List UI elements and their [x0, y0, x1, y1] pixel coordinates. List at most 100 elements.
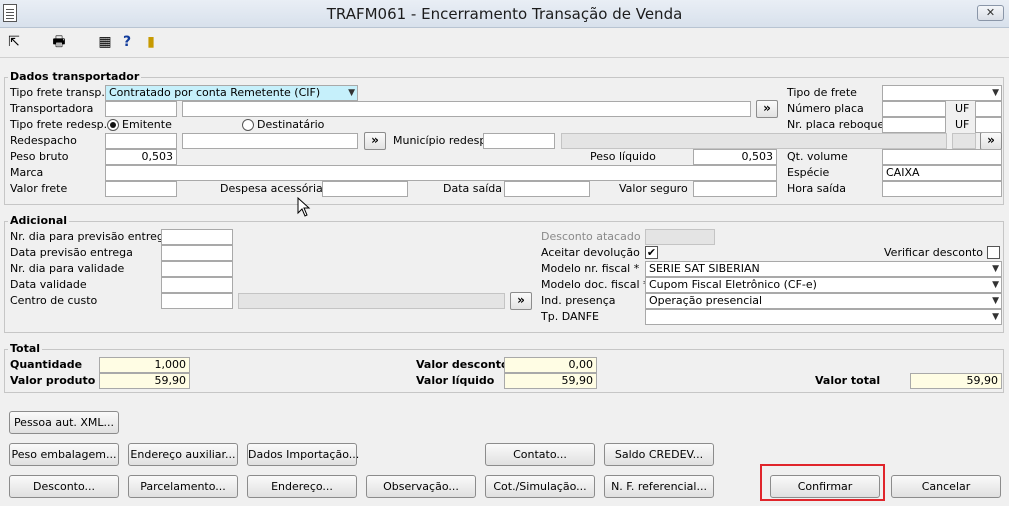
tipo-frete-transp-label: Tipo frete transp. [10, 86, 105, 99]
bookmark-icon[interactable]: ▮ [142, 33, 160, 51]
valor-produto-label: Valor produto [10, 374, 96, 387]
exit-icon[interactable]: ⇱ [5, 33, 23, 51]
modelo-nr-fiscal-label: Modelo nr. fiscal * [541, 262, 640, 275]
destinatario-label: Destinatário [257, 118, 325, 131]
uf-reboque-label: UF [955, 118, 970, 131]
valor-liquido-field: 59,90 [504, 373, 597, 389]
valor-produto-field: 59,90 [99, 373, 190, 389]
print-icon[interactable]: 🖶 [50, 33, 68, 51]
centro-custo-lookup-button[interactable]: » [510, 292, 532, 310]
qt-volume-label: Qt. volume [787, 150, 848, 163]
emitente-label: Emitente [122, 118, 172, 131]
centro-custo-label: Centro de custo [10, 294, 98, 307]
redespacho-name-field[interactable] [182, 133, 358, 149]
nr-placa-reboque-label: Nr. placa reboque [787, 118, 885, 131]
redespacho-code-field[interactable] [105, 133, 177, 149]
numero-placa-label: Número placa [787, 102, 864, 115]
data-saida-field[interactable] [504, 181, 590, 197]
peso-liquido-field[interactable]: 0,503 [693, 149, 777, 165]
peso-bruto-field[interactable]: 0,503 [105, 149, 177, 165]
endereco-button[interactable]: Endereço... [247, 475, 357, 498]
data-previsao-label: Data previsão entrega [10, 246, 133, 259]
saldo-credev-button[interactable]: Saldo CREDEV... [604, 443, 714, 466]
tp-danfe-label: Tp. DANFE [541, 310, 600, 323]
transportadora-lookup-button[interactable]: » [756, 100, 778, 118]
redespacho-lookup-button[interactable]: » [364, 132, 386, 150]
data-validade-label: Data validade [10, 278, 87, 291]
data-previsao-field[interactable] [161, 245, 233, 261]
dados-importacao-button[interactable]: Dados Importação... [247, 443, 359, 466]
qt-volume-field[interactable] [882, 149, 1002, 165]
cot-simulacao-button[interactable]: Cot./Simulação... [485, 475, 595, 498]
verificar-desconto-checkbox[interactable] [987, 246, 1000, 259]
tipo-de-frete-select[interactable]: ▼ [882, 85, 1002, 101]
valor-desconto-field: 0,00 [504, 357, 597, 373]
destinatario-radio[interactable] [242, 119, 254, 131]
desconto-atacado-label: Desconto atacado [541, 230, 641, 243]
window-title: TRAFM061 - Encerramento Transação de Ven… [326, 5, 683, 23]
reboque-uf-field[interactable] [975, 117, 1002, 133]
centro-custo-code-field[interactable] [161, 293, 233, 309]
valor-seguro-field[interactable] [693, 181, 777, 197]
nr-dia-validade-label: Nr. dia para validade [10, 262, 125, 275]
transportadora-code-field[interactable] [105, 101, 177, 117]
modelo-nr-fiscal-select[interactable]: SERIE SAT SIBERIAN ▼ [645, 261, 1002, 277]
valor-desconto-label: Valor desconto [416, 358, 509, 371]
parcelamento-button[interactable]: Parcelamento... [128, 475, 238, 498]
confirm-highlight-box [760, 464, 885, 501]
modelo-doc-fiscal-label: Modelo doc. fiscal * [541, 278, 649, 291]
desconto-button[interactable]: Desconto... [9, 475, 119, 498]
nr-dia-previsao-label: Nr. dia para previsão entrega [10, 230, 171, 243]
numero-placa-field[interactable] [882, 101, 946, 117]
chevron-down-icon: ▼ [348, 88, 355, 98]
nr-dia-previsao-field[interactable] [161, 229, 233, 245]
valor-liquido-label: Valor líquido [416, 374, 495, 387]
peso-embalagem-button[interactable]: Peso embalagem... [9, 443, 119, 466]
contato-button[interactable]: Contato... [485, 443, 595, 466]
total-title: Total [8, 342, 43, 355]
data-validade-field[interactable] [161, 277, 233, 293]
aceitar-devolucao-checkbox[interactable]: ✔ [645, 246, 658, 259]
title-bar: TRAFM061 - Encerramento Transação de Ven… [0, 0, 1009, 28]
valor-frete-field[interactable] [105, 181, 177, 197]
marca-field[interactable] [105, 165, 777, 181]
aceitar-devolucao-label: Aceitar devolução [541, 246, 640, 259]
numero-placa-uf-field[interactable] [975, 101, 1002, 117]
municipio-lookup-button[interactable]: » [980, 132, 1002, 150]
emitente-radio[interactable] [107, 119, 119, 131]
peso-liquido-label: Peso líquido [590, 150, 656, 163]
cancelar-button[interactable]: Cancelar [891, 475, 1001, 498]
nr-placa-reboque-field[interactable] [882, 117, 946, 133]
municipio-redesp-code-field[interactable] [483, 133, 555, 149]
chevron-down-icon: ▼ [992, 312, 999, 322]
despesa-acessoria-field[interactable] [322, 181, 408, 197]
help-icon[interactable]: ? [118, 33, 136, 51]
close-button[interactable]: ✕ [977, 5, 1004, 21]
municipio-redesp-name-field [561, 133, 947, 149]
despesa-acessoria-label: Despesa acessória [220, 182, 323, 195]
tipo-frete-transp-select[interactable]: Contratado por conta Remetente (CIF) ▼ [105, 85, 358, 101]
valor-total-label: Valor total [815, 374, 881, 387]
nr-dia-validade-field[interactable] [161, 261, 233, 277]
observacao-button[interactable]: Observação... [366, 475, 476, 498]
verificar-desconto-label: Verificar desconto [884, 246, 984, 259]
transportadora-label: Transportadora [10, 102, 94, 115]
endereco-auxiliar-button[interactable]: Endereço auxiliar... [128, 443, 238, 466]
toolbar: ⇱ 🖶 ▦ ? ▮ [0, 28, 1009, 58]
marca-label: Marca [10, 166, 44, 179]
hora-saida-field[interactable] [882, 181, 1002, 197]
chevron-down-icon: ▼ [992, 296, 999, 306]
especie-field[interactable]: CAIXA [882, 165, 1002, 181]
nf-referencial-button[interactable]: N. F. referencial... [604, 475, 714, 498]
mouse-cursor-icon [297, 197, 311, 217]
calculator-icon[interactable]: ▦ [96, 33, 114, 51]
pessoa-aut-xml-button[interactable]: Pessoa aut. XML... [9, 411, 119, 434]
valor-seguro-label: Valor seguro [619, 182, 688, 195]
tipo-frete-redesp-label: Tipo frete redesp. [10, 118, 108, 131]
tp-danfe-select[interactable]: ▼ [645, 309, 1002, 325]
quantidade-label: Quantidade [10, 358, 83, 371]
transportadora-name-field[interactable] [182, 101, 751, 117]
ind-presenca-select[interactable]: Operação presencial ▼ [645, 293, 1002, 309]
modelo-doc-fiscal-select[interactable]: Cupom Fiscal Eletrônico (CF-e) ▼ [645, 277, 1002, 293]
redespacho-label: Redespacho [10, 134, 77, 147]
